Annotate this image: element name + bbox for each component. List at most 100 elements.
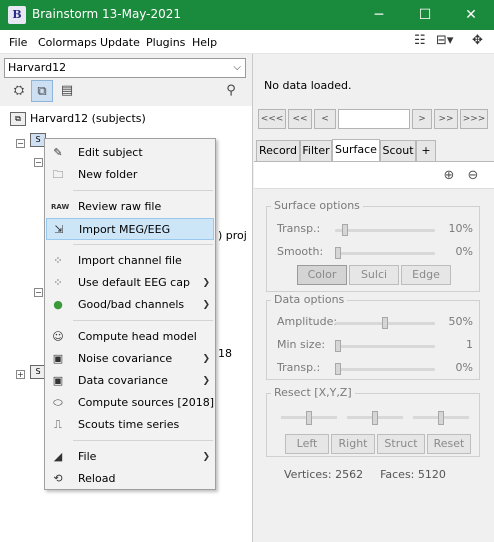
tree-root[interactable]: ⧉ Harvard12 (subjects) [10, 112, 146, 126]
time-input[interactable] [338, 109, 410, 129]
slider-thumb[interactable] [372, 411, 378, 425]
menu-item-edit-subject[interactable]: ✎ Edit subject [46, 142, 214, 164]
slider-thumb[interactable] [342, 224, 348, 236]
row-value: 50% [448, 315, 473, 328]
resect-x-slider[interactable] [281, 411, 337, 425]
row-label: Min size: [277, 338, 326, 351]
status-text: No data loaded. [264, 79, 352, 92]
expand-toggle-icon[interactable]: − [16, 139, 25, 148]
resect-right-button[interactable]: Right [331, 434, 375, 454]
chevron-down-icon: ⌵ [233, 62, 241, 73]
menu-item-import-meg-eeg[interactable]: ⇲ Import MEG/EEG [46, 218, 214, 240]
title-bar: B Brainstorm 13-May-2021 ─ ☐ ✕ [0, 0, 494, 30]
tab-scout[interactable]: Scout [380, 140, 416, 161]
menu-item-noise-covariance[interactable]: ▣ Noise covariance ❯ [46, 348, 214, 370]
maximize-button[interactable]: ☐ [402, 0, 448, 30]
faces-count: Faces: 5120 [380, 468, 446, 481]
reload-icon: ⟲ [53, 472, 63, 485]
menu-item-good-bad-channels[interactable]: ● Good/bad channels ❯ [46, 294, 214, 316]
menu-item-review-raw-file[interactable]: RAW Review raw file [46, 196, 214, 218]
database-view-icon[interactable]: ▤ [56, 80, 78, 102]
remove-surface-icon[interactable]: ⊖ [464, 167, 482, 185]
data-transp-row: Transp.: 0% [277, 361, 473, 377]
tab-filter[interactable]: Filter [300, 140, 332, 161]
tab-add[interactable]: + [416, 140, 436, 161]
menu-update[interactable]: Update [100, 36, 140, 49]
menu-separator [73, 190, 213, 191]
sulci-button[interactable]: Sulci [349, 265, 399, 285]
min-size-slider[interactable] [335, 340, 435, 352]
menu-item-import-channel-file[interactable]: ⁘ Import channel file [46, 250, 214, 272]
menu-item-new-folder[interactable]: 🗀 New folder [46, 164, 214, 186]
window-layout-dropdown-icon[interactable]: ⊟▾ [436, 33, 453, 51]
menu-item-label: File [78, 450, 97, 463]
slider-thumb[interactable] [382, 317, 388, 329]
row-value: 10% [448, 222, 473, 235]
resect-reset-button[interactable]: Reset [427, 434, 471, 454]
time-nav-fast-forward-button[interactable]: >> [434, 109, 458, 129]
menu-plugins[interactable]: Plugins [146, 36, 185, 49]
time-nav-first-button[interactable]: <<< [258, 109, 286, 129]
row-value: 0% [455, 245, 473, 258]
vertices-count: Vertices: 2562 [284, 468, 364, 481]
menu-colormaps[interactable]: Colormaps [38, 36, 97, 49]
menu-file[interactable]: File [9, 36, 27, 49]
surface-transp-slider[interactable] [335, 224, 435, 236]
amplitude-slider[interactable] [335, 317, 435, 329]
menu-item-data-covariance[interactable]: ▣ Data covariance ❯ [46, 370, 214, 392]
menu-item-compute-sources[interactable]: ⬭ Compute sources [2018] [46, 392, 214, 414]
submenu-arrow-icon: ❯ [202, 354, 210, 364]
menu-item-reload[interactable]: ⟲ Reload [46, 468, 214, 490]
slider-thumb[interactable] [438, 411, 444, 425]
time-nav-forward-button[interactable]: > [412, 109, 432, 129]
slider-thumb[interactable] [306, 411, 312, 425]
menu-item-label: Noise covariance [78, 352, 173, 365]
tab-surface[interactable]: Surface [332, 139, 380, 161]
tree-partial-text: 18 [218, 347, 232, 360]
expand-toggle-icon[interactable]: − [34, 158, 43, 167]
maximize-panel-icon[interactable]: ✥ [472, 33, 483, 51]
menu-item-scouts-time-series[interactable]: ⎍ Scouts time series [46, 414, 214, 436]
menu-item-label: Scouts time series [78, 418, 180, 431]
noise-cov-icon: ▣ [52, 352, 64, 365]
resect-struct-button[interactable]: Struct [377, 434, 425, 454]
slider-thumb[interactable] [335, 363, 341, 375]
amplitude-row: Amplitude: 50% [277, 315, 473, 331]
color-button[interactable]: Color [297, 265, 347, 285]
time-nav-back-button[interactable]: < [314, 109, 336, 129]
sources-icon: ⬭ [53, 396, 63, 409]
data-cov-icon: ▣ [52, 374, 64, 387]
menu-item-compute-head-model[interactable]: ☺ Compute head model [46, 326, 214, 348]
time-nav-last-button[interactable]: >>> [460, 109, 488, 129]
data-transp-slider[interactable] [335, 363, 435, 375]
tab-record[interactable]: Record [256, 140, 300, 161]
surface-smooth-slider[interactable] [335, 247, 435, 259]
menu-help[interactable]: Help [192, 36, 217, 49]
time-nav-fast-back-button[interactable]: << [288, 109, 312, 129]
menu-item-label: Reload [78, 472, 116, 485]
menu-item-file[interactable]: ◢ File ❯ [46, 446, 214, 468]
resect-left-button[interactable]: Left [285, 434, 329, 454]
protocol-select[interactable]: Harvard12 ⌵ [4, 58, 246, 78]
layout-icon[interactable]: ☷ [414, 33, 426, 51]
add-surface-icon[interactable]: ⊕ [440, 167, 458, 185]
tree-partial-text: ) proj [218, 229, 247, 242]
subjects-icon: ⧉ [10, 112, 26, 126]
close-button[interactable]: ✕ [448, 0, 494, 30]
minimize-button[interactable]: ─ [356, 0, 402, 30]
data-options-group: Data options Amplitude: 50% Min size: 1 … [266, 293, 480, 380]
expand-toggle-icon[interactable]: − [34, 288, 43, 297]
search-icon[interactable]: ⚲ [220, 80, 242, 102]
edge-button[interactable]: Edge [401, 265, 451, 285]
slider-thumb[interactable] [335, 247, 341, 259]
window-title: Brainstorm 13-May-2021 [32, 7, 182, 21]
resect-z-slider[interactable] [413, 411, 469, 425]
anatomy-view-icon[interactable]: ⛭ [8, 80, 30, 102]
menu-item-label: Data covariance [78, 374, 168, 387]
menu-item-use-default-eeg-cap[interactable]: ⁘ Use default EEG cap ❯ [46, 272, 214, 294]
expand-toggle-icon[interactable]: + [16, 370, 25, 379]
functional-view-icon[interactable]: ⧉ [31, 80, 53, 102]
menu-item-label: Import channel file [78, 254, 182, 267]
slider-thumb[interactable] [335, 340, 341, 352]
resect-y-slider[interactable] [347, 411, 403, 425]
